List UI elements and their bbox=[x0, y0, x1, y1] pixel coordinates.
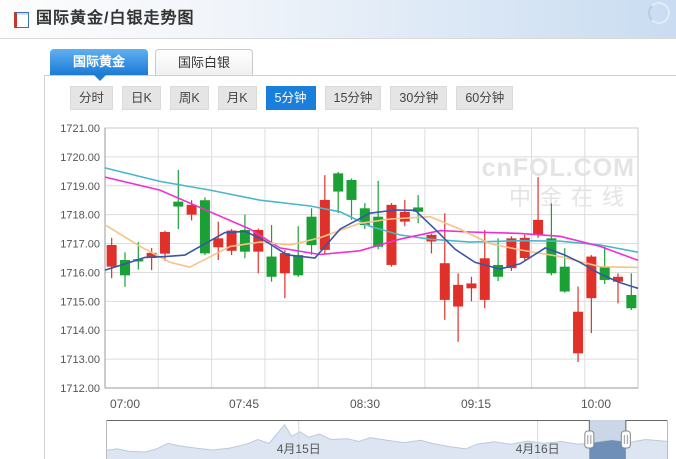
y-axis-label: 1718.00 bbox=[60, 210, 100, 222]
candle-up bbox=[267, 257, 277, 277]
candle-down bbox=[506, 238, 516, 268]
candle-down bbox=[107, 245, 117, 267]
y-axis-label: 1717.00 bbox=[60, 239, 100, 251]
x-axis-label: 10:00 bbox=[581, 397, 611, 411]
period-button-time[interactable]: 分时 bbox=[70, 86, 113, 110]
candle-up bbox=[560, 267, 570, 292]
tab-international-gold[interactable]: 国际黄金 bbox=[50, 49, 148, 75]
watermark-cnfol: cnFOL.COM bbox=[482, 154, 635, 182]
range-slider-minimap[interactable]: 4月15日 4月16日 bbox=[106, 420, 668, 459]
document-icon bbox=[14, 12, 29, 28]
y-axis-label: 1721.00 bbox=[60, 123, 100, 135]
x-axis-label: 08:30 bbox=[350, 397, 380, 411]
decorative-swirl-icon bbox=[648, 2, 670, 24]
period-button-15min[interactable]: 15分钟 bbox=[325, 86, 382, 110]
active-tab-pointer bbox=[94, 75, 106, 81]
y-axis-label: 1713.00 bbox=[60, 354, 100, 366]
period-button-30min[interactable]: 30分钟 bbox=[390, 86, 447, 110]
candle-up bbox=[173, 202, 183, 207]
period-button-5min[interactable]: 5分钟 bbox=[266, 86, 316, 110]
candle-down bbox=[440, 263, 450, 300]
tab-international-silver[interactable]: 国际白银 bbox=[155, 49, 253, 75]
x-axis-label: 07:45 bbox=[229, 397, 259, 411]
candle-down bbox=[213, 238, 223, 247]
minimap-handle-right[interactable] bbox=[621, 431, 630, 448]
period-button-monthly[interactable]: 月K bbox=[218, 86, 257, 110]
period-button-daily[interactable]: 日K bbox=[122, 86, 161, 110]
x-axis-label: 09:15 bbox=[461, 397, 491, 411]
widget-header: 国际黄金/白银走势图 bbox=[0, 0, 676, 39]
candle-up bbox=[493, 265, 503, 277]
y-axis-label: 1716.00 bbox=[60, 267, 100, 279]
candle-down bbox=[280, 253, 290, 273]
candlestick-chart: 1721.00 1720.00 1719.00 1718.00 1717.00 1716.… bbox=[50, 118, 676, 418]
y-axis-label: 1714.00 bbox=[60, 325, 100, 337]
gold-silver-chart-widget: 国际黄金/白银走势图 国际黄金 国际白银 分时 日K 周K 月K 5分钟 15分… bbox=[0, 0, 676, 459]
candle-up bbox=[333, 173, 343, 191]
period-button-weekly[interactable]: 周K bbox=[170, 86, 209, 110]
widget-title: 国际黄金/白银走势图 bbox=[36, 0, 194, 38]
y-axis-label: 1715.00 bbox=[60, 296, 100, 308]
candle-up bbox=[293, 255, 303, 275]
candle-down bbox=[386, 205, 396, 265]
minimap-handle-left[interactable] bbox=[585, 431, 594, 448]
candle-down bbox=[573, 312, 583, 354]
watermark-zhongjin: 中金在线 bbox=[509, 185, 633, 210]
minimap-area bbox=[106, 425, 668, 459]
candle-down bbox=[160, 232, 170, 254]
candle-down bbox=[466, 283, 476, 288]
period-button-60min[interactable]: 60分钟 bbox=[456, 86, 513, 110]
candle-down bbox=[187, 205, 197, 215]
minimap-date-label: 4月15日 bbox=[277, 442, 321, 456]
y-axis-label: 1712.00 bbox=[60, 383, 100, 395]
minimap-date-label: 4月16日 bbox=[516, 442, 560, 456]
candle-down bbox=[400, 212, 410, 222]
candle-down bbox=[453, 285, 463, 307]
y-axis-label: 1719.00 bbox=[60, 181, 100, 193]
tab-silver-label: 国际白银 bbox=[178, 55, 230, 70]
candle-up bbox=[347, 180, 357, 200]
candle-down bbox=[533, 220, 543, 235]
tab-gold-label: 国际黄金 bbox=[73, 54, 125, 69]
y-axis-label: 1720.00 bbox=[60, 152, 100, 164]
candle-down bbox=[253, 230, 263, 252]
candle-up bbox=[626, 295, 636, 308]
period-button-row: 分时 日K 周K 月K 5分钟 15分钟 30分钟 60分钟 bbox=[70, 86, 513, 110]
x-axis-label: 07:00 bbox=[110, 397, 140, 411]
